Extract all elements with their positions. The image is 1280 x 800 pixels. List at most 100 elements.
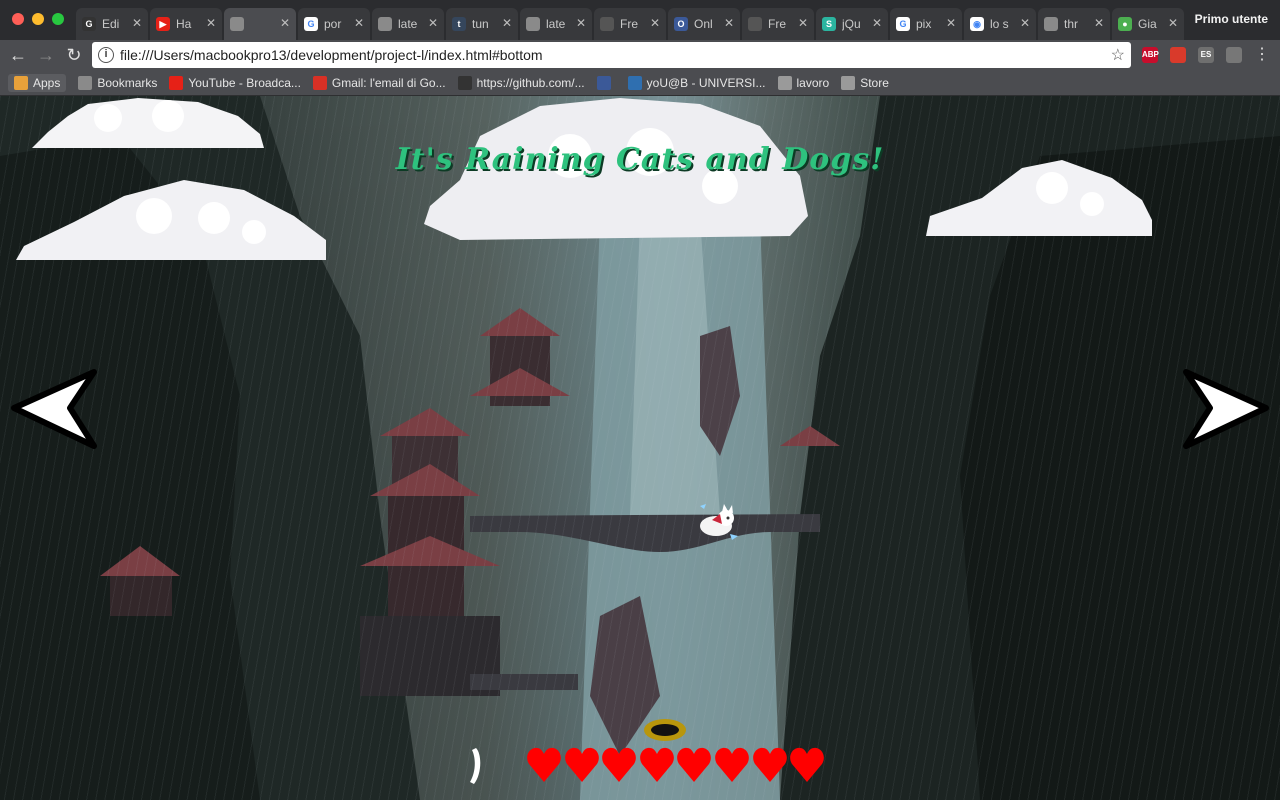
document-icon bbox=[378, 17, 392, 31]
bookmark-label: Bookmarks bbox=[97, 75, 158, 90]
tab-label: Fre bbox=[620, 17, 638, 31]
bookmark-item[interactable]: Store bbox=[841, 75, 889, 90]
bookmark-label: Gmail: l'email di Go... bbox=[331, 75, 446, 90]
tab-label: Edi bbox=[102, 17, 120, 31]
tab-close-icon[interactable]: ✕ bbox=[206, 16, 216, 30]
falling-cat-sprite bbox=[700, 504, 738, 540]
menu-icon[interactable]: ⋮ bbox=[1250, 43, 1274, 67]
cloud-sprite bbox=[32, 98, 264, 148]
tab-close-icon[interactable]: ✕ bbox=[280, 16, 290, 30]
tab-label: tun bbox=[472, 17, 489, 31]
gmail-icon bbox=[312, 75, 327, 90]
portal-sprite bbox=[644, 719, 686, 741]
google-icon: G bbox=[304, 17, 318, 31]
facebook-icon bbox=[596, 75, 611, 90]
site-info-icon[interactable]: i bbox=[98, 47, 114, 63]
bookmark-item[interactable]: Bookmarks bbox=[78, 75, 158, 90]
profile-button[interactable]: Primo utente bbox=[1195, 12, 1268, 26]
browser-tab[interactable]: ✕ bbox=[224, 8, 296, 40]
document-icon bbox=[526, 17, 540, 31]
window-maximize-button[interactable] bbox=[52, 13, 64, 25]
site-icon bbox=[627, 75, 642, 90]
apps-icon bbox=[14, 75, 28, 90]
youtube-icon bbox=[169, 75, 184, 90]
tab-close-icon[interactable]: ✕ bbox=[798, 16, 808, 30]
tab-label: late bbox=[398, 17, 418, 31]
browser-tab[interactable]: Gpix ✕ bbox=[890, 8, 962, 40]
page-icon bbox=[841, 75, 856, 90]
document-icon bbox=[1044, 17, 1058, 31]
extension-sync-icon[interactable] bbox=[1226, 47, 1242, 63]
extension-es-icon[interactable]: ES bbox=[1198, 47, 1214, 63]
google-icon: G bbox=[896, 17, 910, 31]
github-icon: G bbox=[82, 17, 96, 31]
tab-close-icon[interactable]: ✕ bbox=[946, 16, 956, 30]
tab-close-icon[interactable]: ✕ bbox=[132, 16, 142, 30]
browser-tab[interactable]: SjQu ✕ bbox=[816, 8, 888, 40]
bookmark-star-icon[interactable]: ☆ bbox=[1111, 45, 1125, 65]
browser-tab[interactable]: late ✕ bbox=[520, 8, 592, 40]
back-button[interactable]: ← bbox=[6, 43, 30, 67]
browser-tab[interactable]: Gpor ✕ bbox=[298, 8, 370, 40]
folder-icon bbox=[777, 75, 792, 90]
forward-button[interactable]: → bbox=[34, 43, 58, 67]
github-icon bbox=[457, 75, 472, 90]
game-canvas[interactable]: It's Raining Cats and Dogs! bbox=[0, 96, 1280, 800]
reload-button[interactable]: ↻ bbox=[62, 43, 86, 67]
tab-label: Fre bbox=[768, 17, 786, 31]
tab-close-icon[interactable]: ✕ bbox=[576, 16, 586, 30]
tab-close-icon[interactable]: ✕ bbox=[650, 16, 660, 30]
bookmark-item[interactable]: YouTube - Broadca... bbox=[169, 75, 301, 90]
document-icon bbox=[230, 17, 244, 31]
tab-close-icon[interactable]: ✕ bbox=[354, 16, 364, 30]
window-minimize-button[interactable] bbox=[32, 13, 44, 25]
browser-tab[interactable]: late ✕ bbox=[372, 8, 444, 40]
bookmark-label: YouTube - Broadca... bbox=[188, 75, 301, 90]
browser-tab[interactable]: t tun ✕ bbox=[446, 8, 518, 40]
browser-tab[interactable]: ▶ Ha ✕ bbox=[150, 8, 222, 40]
bookmark-item[interactable]: yoU@B - UNIVERSI... bbox=[627, 75, 766, 90]
tab-strip: G Edi ✕ ▶ Ha ✕ ✕ Gpor ✕ late ✕ t tun ✕ late ✕ Fre ✕ O Onl ✕ F… bbox=[76, 8, 1186, 40]
bookmark-item[interactable]: https://github.com/... bbox=[457, 75, 585, 90]
tab-close-icon[interactable]: ✕ bbox=[1168, 16, 1178, 30]
tab-close-icon[interactable]: ✕ bbox=[1020, 16, 1030, 30]
tab-close-icon[interactable]: ✕ bbox=[724, 16, 734, 30]
bookmark-item[interactable] bbox=[596, 75, 616, 90]
tab-close-icon[interactable]: ✕ bbox=[502, 16, 512, 30]
browser-tab[interactable]: O Onl ✕ bbox=[668, 8, 740, 40]
browser-tab[interactable]: ◉ lo s ✕ bbox=[964, 8, 1036, 40]
bookmarks-bar: Apps Bookmarks YouTube - Broadca... Gmail: … bbox=[0, 70, 1280, 96]
extension-red-icon[interactable] bbox=[1170, 47, 1186, 63]
browser-tab[interactable]: G Edi ✕ bbox=[76, 8, 148, 40]
bookmark-item[interactable]: Gmail: l'email di Go... bbox=[312, 75, 446, 90]
tab-close-icon[interactable]: ✕ bbox=[872, 16, 882, 30]
star-icon bbox=[78, 75, 93, 90]
tab-label: jQu bbox=[842, 17, 861, 31]
heart-life-icon bbox=[602, 747, 637, 782]
bookmark-label: lavoro bbox=[796, 75, 830, 90]
browser-tab[interactable]: ● Gia ✕ bbox=[1112, 8, 1184, 40]
tab-close-icon[interactable]: ✕ bbox=[1094, 16, 1104, 30]
bookmark-item[interactable]: Apps bbox=[8, 73, 67, 92]
browser-toolbar: ← → ↻ i file:///Users/macbookpro13/devel… bbox=[0, 40, 1280, 70]
heart-life-icon bbox=[790, 747, 825, 782]
tab-close-icon[interactable]: ✕ bbox=[428, 16, 438, 30]
address-bar[interactable]: i file:///Users/macbookpro13/development… bbox=[92, 42, 1131, 68]
bookmark-item[interactable]: lavoro bbox=[777, 75, 830, 90]
browser-tab[interactable]: Fre ✕ bbox=[742, 8, 814, 40]
heart-life-icon bbox=[527, 747, 561, 782]
move-left-arrow-button[interactable] bbox=[8, 368, 98, 450]
youtube-icon: ▶ bbox=[156, 17, 170, 31]
document-icon bbox=[748, 17, 762, 31]
adblock-icon[interactable]: ABP bbox=[1142, 47, 1159, 63]
heart-life-icon bbox=[752, 747, 787, 782]
browser-tab[interactable]: thr ✕ bbox=[1038, 8, 1110, 40]
tab-label: Gia bbox=[1138, 17, 1157, 31]
move-right-arrow-button[interactable] bbox=[1182, 368, 1272, 450]
heart-life-icon bbox=[564, 747, 599, 782]
site-icon: ● bbox=[1118, 17, 1132, 31]
tab-label: late bbox=[546, 17, 566, 31]
window-close-button[interactable] bbox=[12, 13, 24, 25]
address-url[interactable]: file:///Users/macbookpro13/development/p… bbox=[120, 47, 543, 63]
browser-tab[interactable]: Fre ✕ bbox=[594, 8, 666, 40]
